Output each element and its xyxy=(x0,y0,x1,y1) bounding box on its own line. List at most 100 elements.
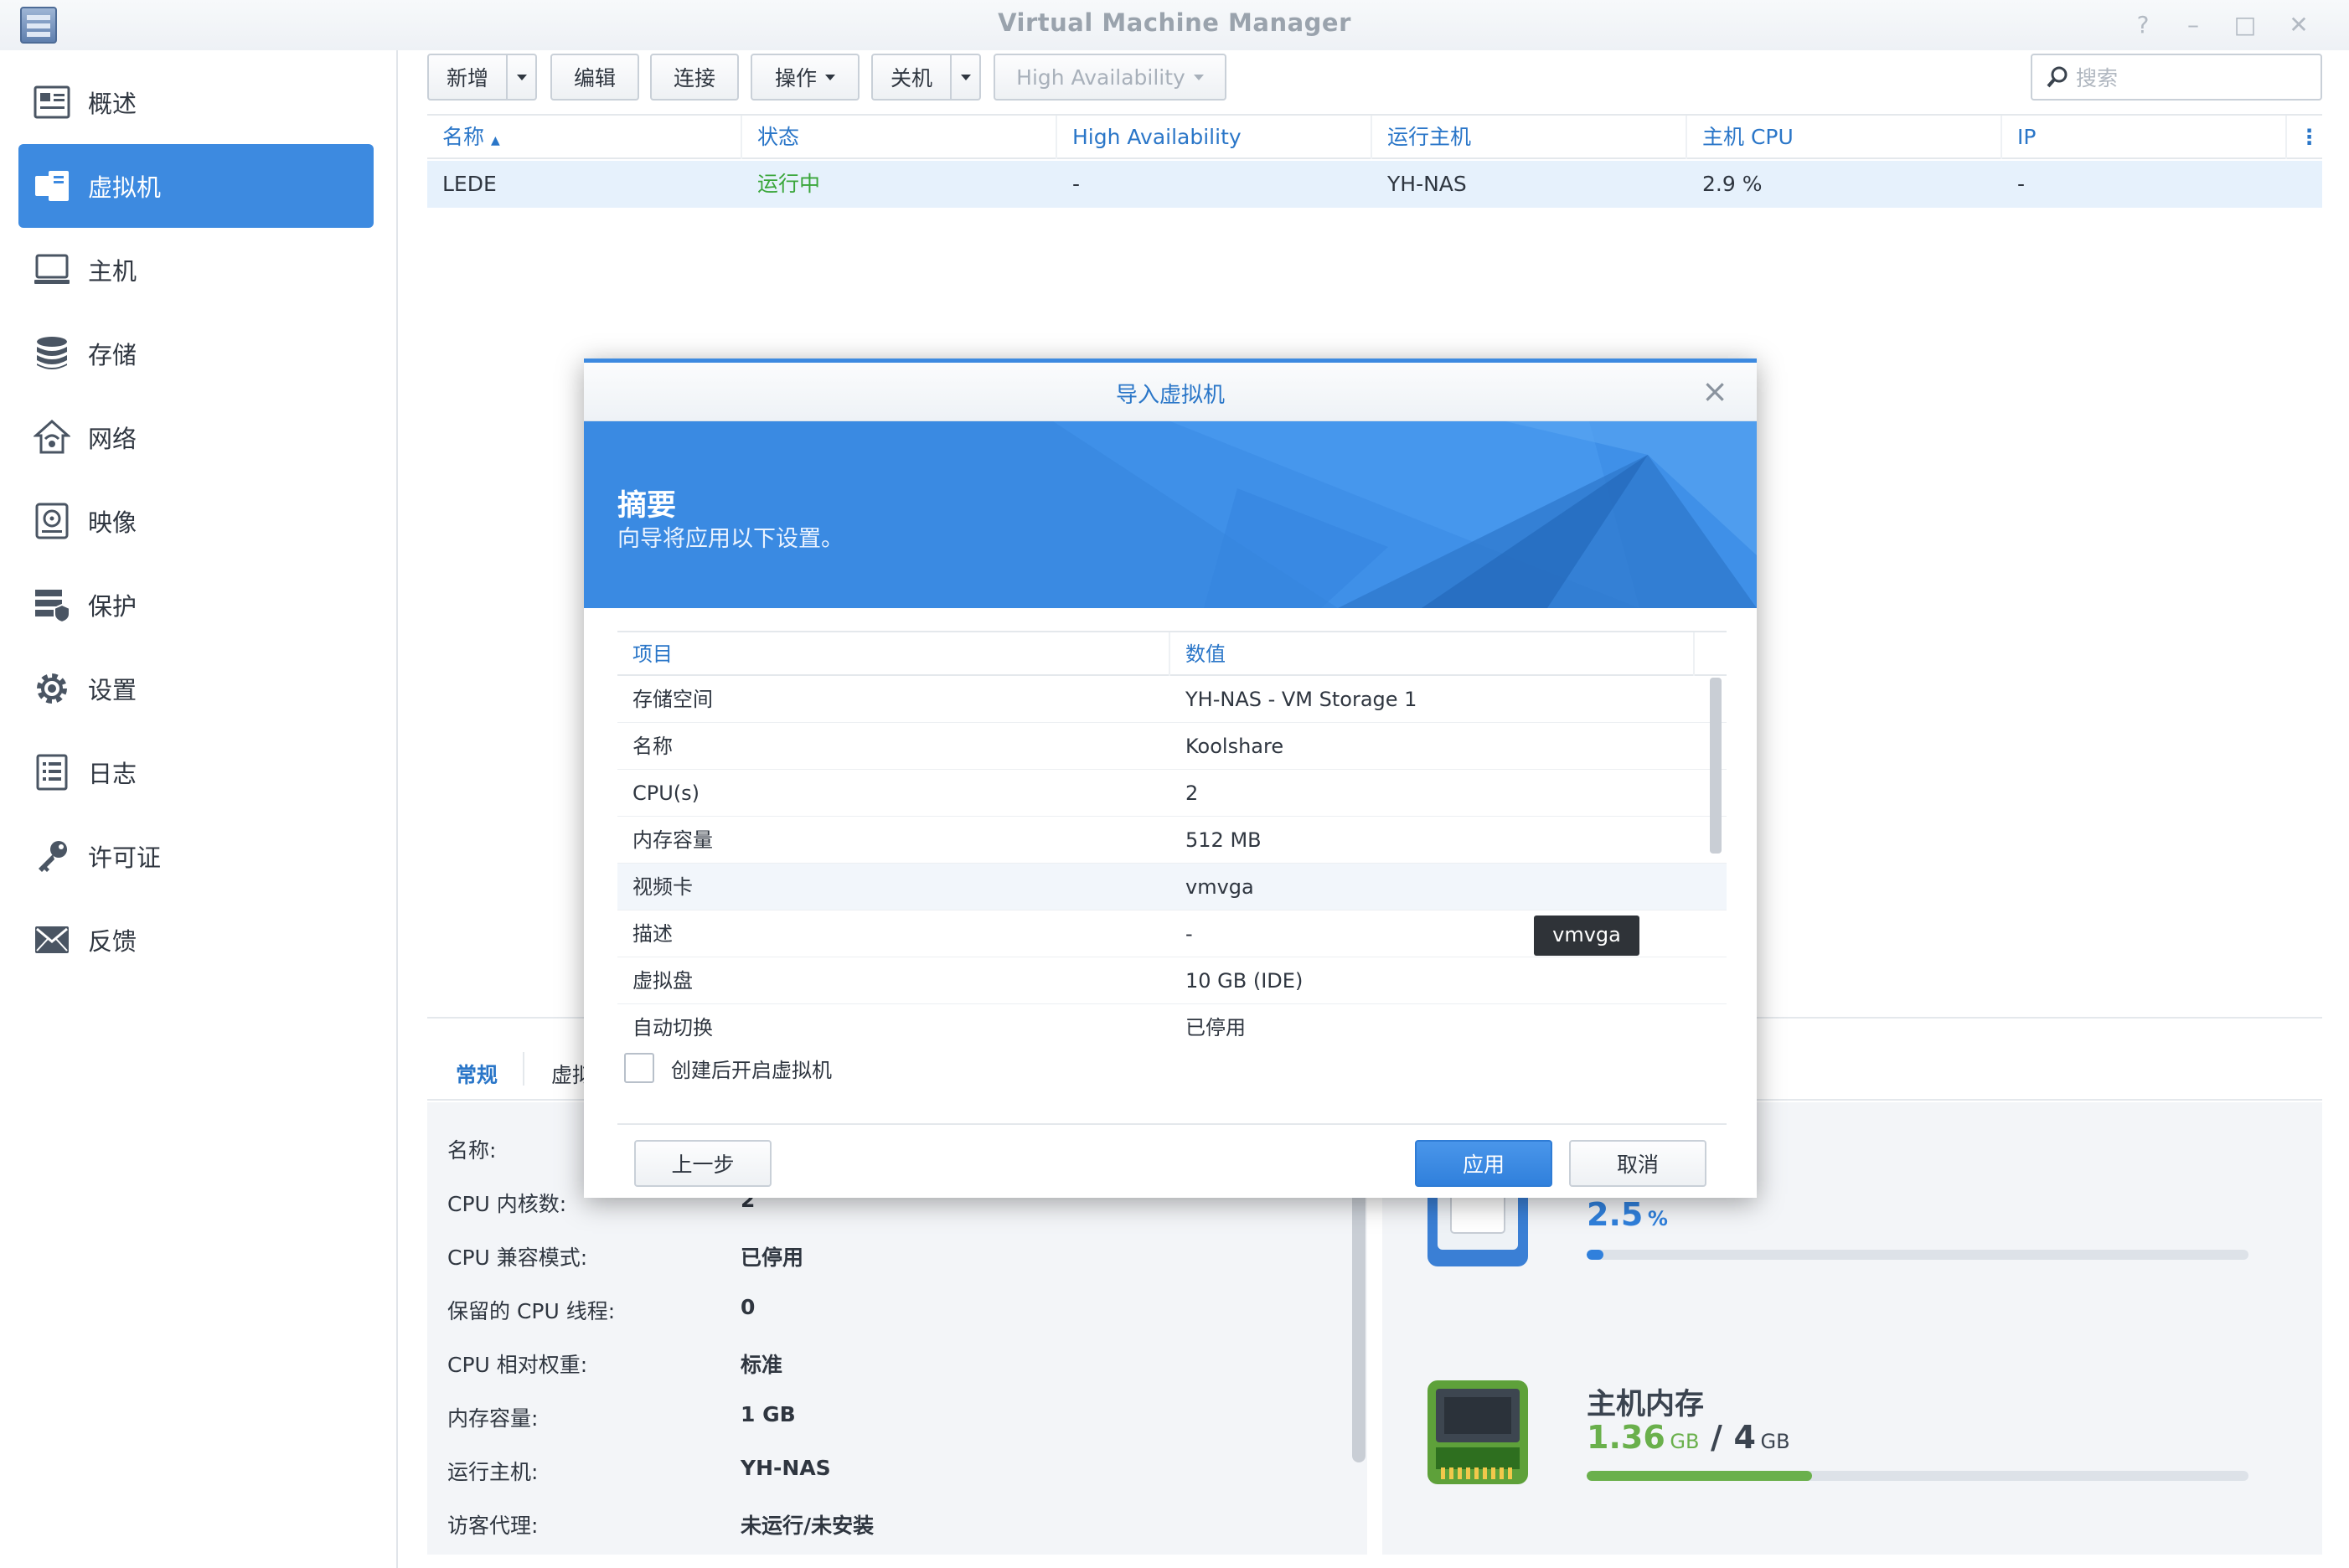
high-availability-button[interactable]: High Availability xyxy=(994,54,1226,101)
summary-value: 512 MB xyxy=(1185,828,1262,852)
apply-button[interactable]: 应用 xyxy=(1415,1140,1552,1187)
shutdown-button[interactable]: 关机 xyxy=(871,54,952,101)
maximize-icon[interactable]: □ xyxy=(2227,7,2264,44)
settings-icon xyxy=(33,669,71,708)
summary-item: 虚拟盘 xyxy=(632,969,693,993)
summary-item: CPU(s) xyxy=(632,781,700,805)
summary-value: - xyxy=(1185,922,1193,946)
footer-divider xyxy=(617,1123,1727,1125)
wizard-banner: 摘要 向导将应用以下设置。 xyxy=(584,421,1757,608)
virtual-machine-icon xyxy=(33,167,71,205)
field-value: 0 xyxy=(741,1295,756,1319)
sidebar-item-network[interactable]: 网络 xyxy=(18,395,374,479)
sidebar-item-label: 概述 xyxy=(88,90,137,118)
feedback-mail-icon xyxy=(33,921,71,959)
field-value: 已停用 xyxy=(741,1246,804,1270)
column-header-ip[interactable]: IP xyxy=(2002,116,2287,159)
storage-icon xyxy=(33,334,71,373)
shutdown-dropdown-button[interactable] xyxy=(951,54,981,101)
cpu-chip-icon xyxy=(1426,1185,1530,1273)
field-label: 保留的 CPU 线程: xyxy=(447,1299,616,1323)
connect-button[interactable]: 连接 xyxy=(650,54,739,101)
sidebar-item-virtual-machine[interactable]: 虚拟机 xyxy=(18,144,374,228)
memory-total: 4 xyxy=(1733,1419,1756,1456)
sidebar-item-label: 保护 xyxy=(88,592,137,621)
cancel-button[interactable]: 取消 xyxy=(1569,1140,1706,1187)
window-title: Virtual Machine Manager xyxy=(998,8,1351,37)
summary-scrollbar[interactable] xyxy=(1710,678,1722,854)
sidebar-item-label: 设置 xyxy=(88,676,137,704)
image-icon xyxy=(33,502,71,540)
help-icon[interactable]: ? xyxy=(2124,7,2161,44)
wizard-step-subtitle: 向导将应用以下设置。 xyxy=(617,526,844,552)
new-dropdown-button[interactable] xyxy=(507,54,537,101)
column-header-name[interactable]: 名称 ▲ xyxy=(427,116,742,159)
start-after-create-option[interactable]: 创建后开启虚拟机 xyxy=(624,1051,832,1085)
column-header-ha[interactable]: High Availability xyxy=(1057,116,1372,159)
column-header-host-cpu[interactable]: 主机 CPU xyxy=(1687,116,2002,159)
sidebar-item-feedback[interactable]: 反馈 xyxy=(18,898,374,982)
sidebar-item-storage[interactable]: 存储 xyxy=(18,312,374,395)
chevron-down-icon xyxy=(960,74,971,80)
dialog-title: 导入虚拟机 xyxy=(1115,383,1225,408)
summary-value: 已停用 xyxy=(1185,1016,1246,1039)
sidebar-item-label: 许可证 xyxy=(88,843,162,872)
field-label: 内存容量: xyxy=(447,1406,539,1431)
sort-ascending-icon: ▲ xyxy=(490,134,500,147)
memory-usage-value: 1.36 GB / 4 GB xyxy=(1587,1419,1790,1456)
sidebar-item-settings[interactable]: 设置 xyxy=(18,647,374,730)
search-placeholder: 搜索 xyxy=(2076,66,2119,90)
protection-icon xyxy=(33,585,71,624)
ha-label: High Availability xyxy=(1016,64,1185,90)
column-header-status[interactable]: 状态 xyxy=(742,116,1057,159)
table-row: 虚拟盘 10 GB (IDE) xyxy=(617,957,1727,1004)
tab-general[interactable]: 常规 xyxy=(456,1059,498,1089)
memory-module-icon xyxy=(1426,1380,1530,1488)
field-label: 运行主机: xyxy=(447,1460,539,1484)
cpu-usage-number: 2.5 xyxy=(1587,1196,1644,1233)
summary-item: 内存容量 xyxy=(632,828,713,852)
memory-used: 1.36 xyxy=(1587,1419,1665,1456)
memory-used-unit: GB xyxy=(1670,1430,1700,1453)
column-options-icon[interactable]: ⋮ xyxy=(2287,116,2322,159)
search-icon xyxy=(2046,65,2069,89)
sidebar-item-image[interactable]: 映像 xyxy=(18,479,374,563)
table-row[interactable]: LEDE 运行中 - YH-NAS 2.9 % - xyxy=(427,161,2322,208)
sidebar-item-host[interactable]: 主机 xyxy=(18,228,374,312)
vm-status-cell: 运行中 xyxy=(757,172,821,196)
minimize-icon[interactable]: – xyxy=(2175,7,2212,44)
dialog-header: 导入虚拟机 × xyxy=(584,363,1757,421)
close-icon[interactable]: × xyxy=(1698,374,1732,408)
chevron-down-icon xyxy=(1193,74,1204,80)
table-row: 自动切换 已停用 xyxy=(617,1004,1727,1047)
start-after-create-checkbox[interactable] xyxy=(624,1053,654,1083)
summary-item: 自动切换 xyxy=(632,1016,713,1039)
field-value: YH-NAS xyxy=(741,1456,831,1480)
memory-title: 主机内存 xyxy=(1587,1388,1705,1421)
action-menu-button[interactable]: 操作 xyxy=(751,54,860,101)
field-label: 名称: xyxy=(447,1138,497,1163)
banner-background-graphic xyxy=(584,421,1757,608)
cpu-usage-value: 2.5 % xyxy=(1587,1196,1668,1233)
sidebar-item-label: 主机 xyxy=(88,257,137,286)
sidebar-item-license[interactable]: 许可证 xyxy=(18,814,374,898)
edit-button[interactable]: 编辑 xyxy=(550,54,639,101)
vm-cpu-cell: 2.9 % xyxy=(1702,172,1763,196)
summary-item: 描述 xyxy=(632,922,673,946)
action-label: 操作 xyxy=(774,66,817,90)
import-vm-dialog: 导入虚拟机 × 摘要 向导将应用以下设置。 项目 数值 存储空间 YH-NAS … xyxy=(584,358,1757,1198)
close-window-icon[interactable]: ✕ xyxy=(2280,7,2317,44)
search-field[interactable]: 搜索 xyxy=(2031,54,2322,101)
sidebar-item-log[interactable]: 日志 xyxy=(18,730,374,814)
field-value: 标准 xyxy=(741,1353,783,1377)
summary-item: 名称 xyxy=(632,735,673,758)
sidebar-item-protection[interactable]: 保护 xyxy=(18,563,374,647)
back-button[interactable]: 上一步 xyxy=(634,1140,772,1187)
cell-tooltip: vmvga xyxy=(1534,916,1639,956)
sidebar-item-overview[interactable]: 概述 xyxy=(18,60,374,144)
column-header-item[interactable]: 项目 xyxy=(617,632,1170,676)
overview-icon xyxy=(33,83,71,121)
column-header-host[interactable]: 运行主机 xyxy=(1372,116,1687,159)
column-header-value[interactable]: 数值 xyxy=(1170,632,1695,676)
new-button[interactable]: 新增 xyxy=(427,54,508,101)
